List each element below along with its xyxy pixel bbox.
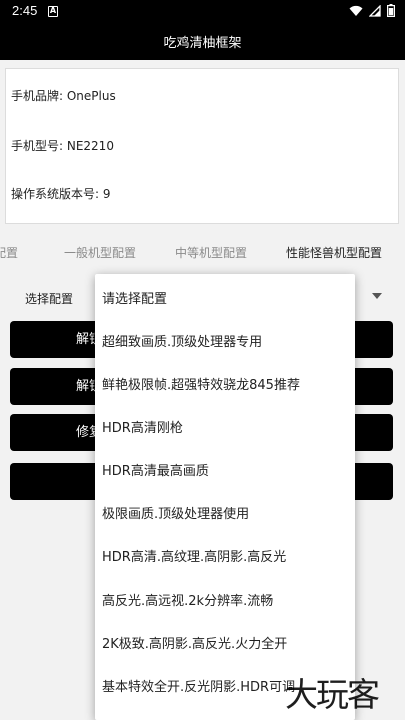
wifi-icon: [349, 5, 363, 16]
dropdown-option[interactable]: 请选择配置: [102, 288, 167, 307]
battery-icon: [387, 4, 395, 17]
notification-icon: A: [48, 6, 58, 17]
dropdown-option[interactable]: 基本特效全开.反光阴影.HDR可调: [102, 676, 295, 695]
dropdown-arrow-icon[interactable]: [372, 293, 382, 299]
status-bar: 2:45 A: [0, 0, 405, 24]
dropdown-option[interactable]: 极限画质.顶级处理器使用: [102, 503, 249, 522]
config-tabs: 配置 一般机型配置 中等机型配置 性能怪兽机型配置: [0, 236, 405, 266]
app-title: 吃鸡清柚框架: [0, 24, 405, 60]
watermark-logo: 大玩客: [285, 675, 380, 714]
status-time: 2:45: [12, 3, 38, 18]
dropdown-option[interactable]: 鲜艳极限帧.超强特效骁龙845推荐: [102, 374, 300, 393]
dropdown-option[interactable]: 高反光.高远视.2k分辨率.流畅: [102, 590, 273, 609]
select-label: 选择配置: [25, 292, 74, 306]
tab-low-config[interactable]: 配置: [0, 244, 18, 261]
tab-medium-config[interactable]: 中等机型配置: [175, 244, 247, 261]
signal-icon: [369, 4, 381, 17]
dropdown-option[interactable]: HDR高清.高纹理.高阴影.高反光: [102, 546, 286, 565]
status-icons: [349, 4, 395, 17]
device-model: 手机型号: NE2210: [11, 139, 114, 153]
config-dropdown-menu: 请选择配置 超细致画质.顶级处理器专用 鲜艳极限帧.超强特效骁龙845推荐 HD…: [95, 274, 355, 720]
device-info-card: 手机品牌: OnePlus 手机型号: NE2210 操作系统版本号: 9: [5, 68, 399, 224]
dropdown-option[interactable]: HDR高清刚枪: [102, 417, 183, 436]
tab-performance-config[interactable]: 性能怪兽机型配置: [286, 244, 382, 261]
tab-general-config[interactable]: 一般机型配置: [64, 244, 136, 261]
dropdown-option[interactable]: 2K极致.高阴影.高反光.火力全开: [102, 633, 287, 652]
dropdown-option[interactable]: HDR高清最高画质: [102, 460, 209, 479]
dropdown-option[interactable]: 超细致画质.顶级处理器专用: [102, 331, 262, 350]
os-version: 操作系统版本号: 9: [11, 187, 111, 201]
device-brand: 手机品牌: OnePlus: [11, 89, 116, 103]
